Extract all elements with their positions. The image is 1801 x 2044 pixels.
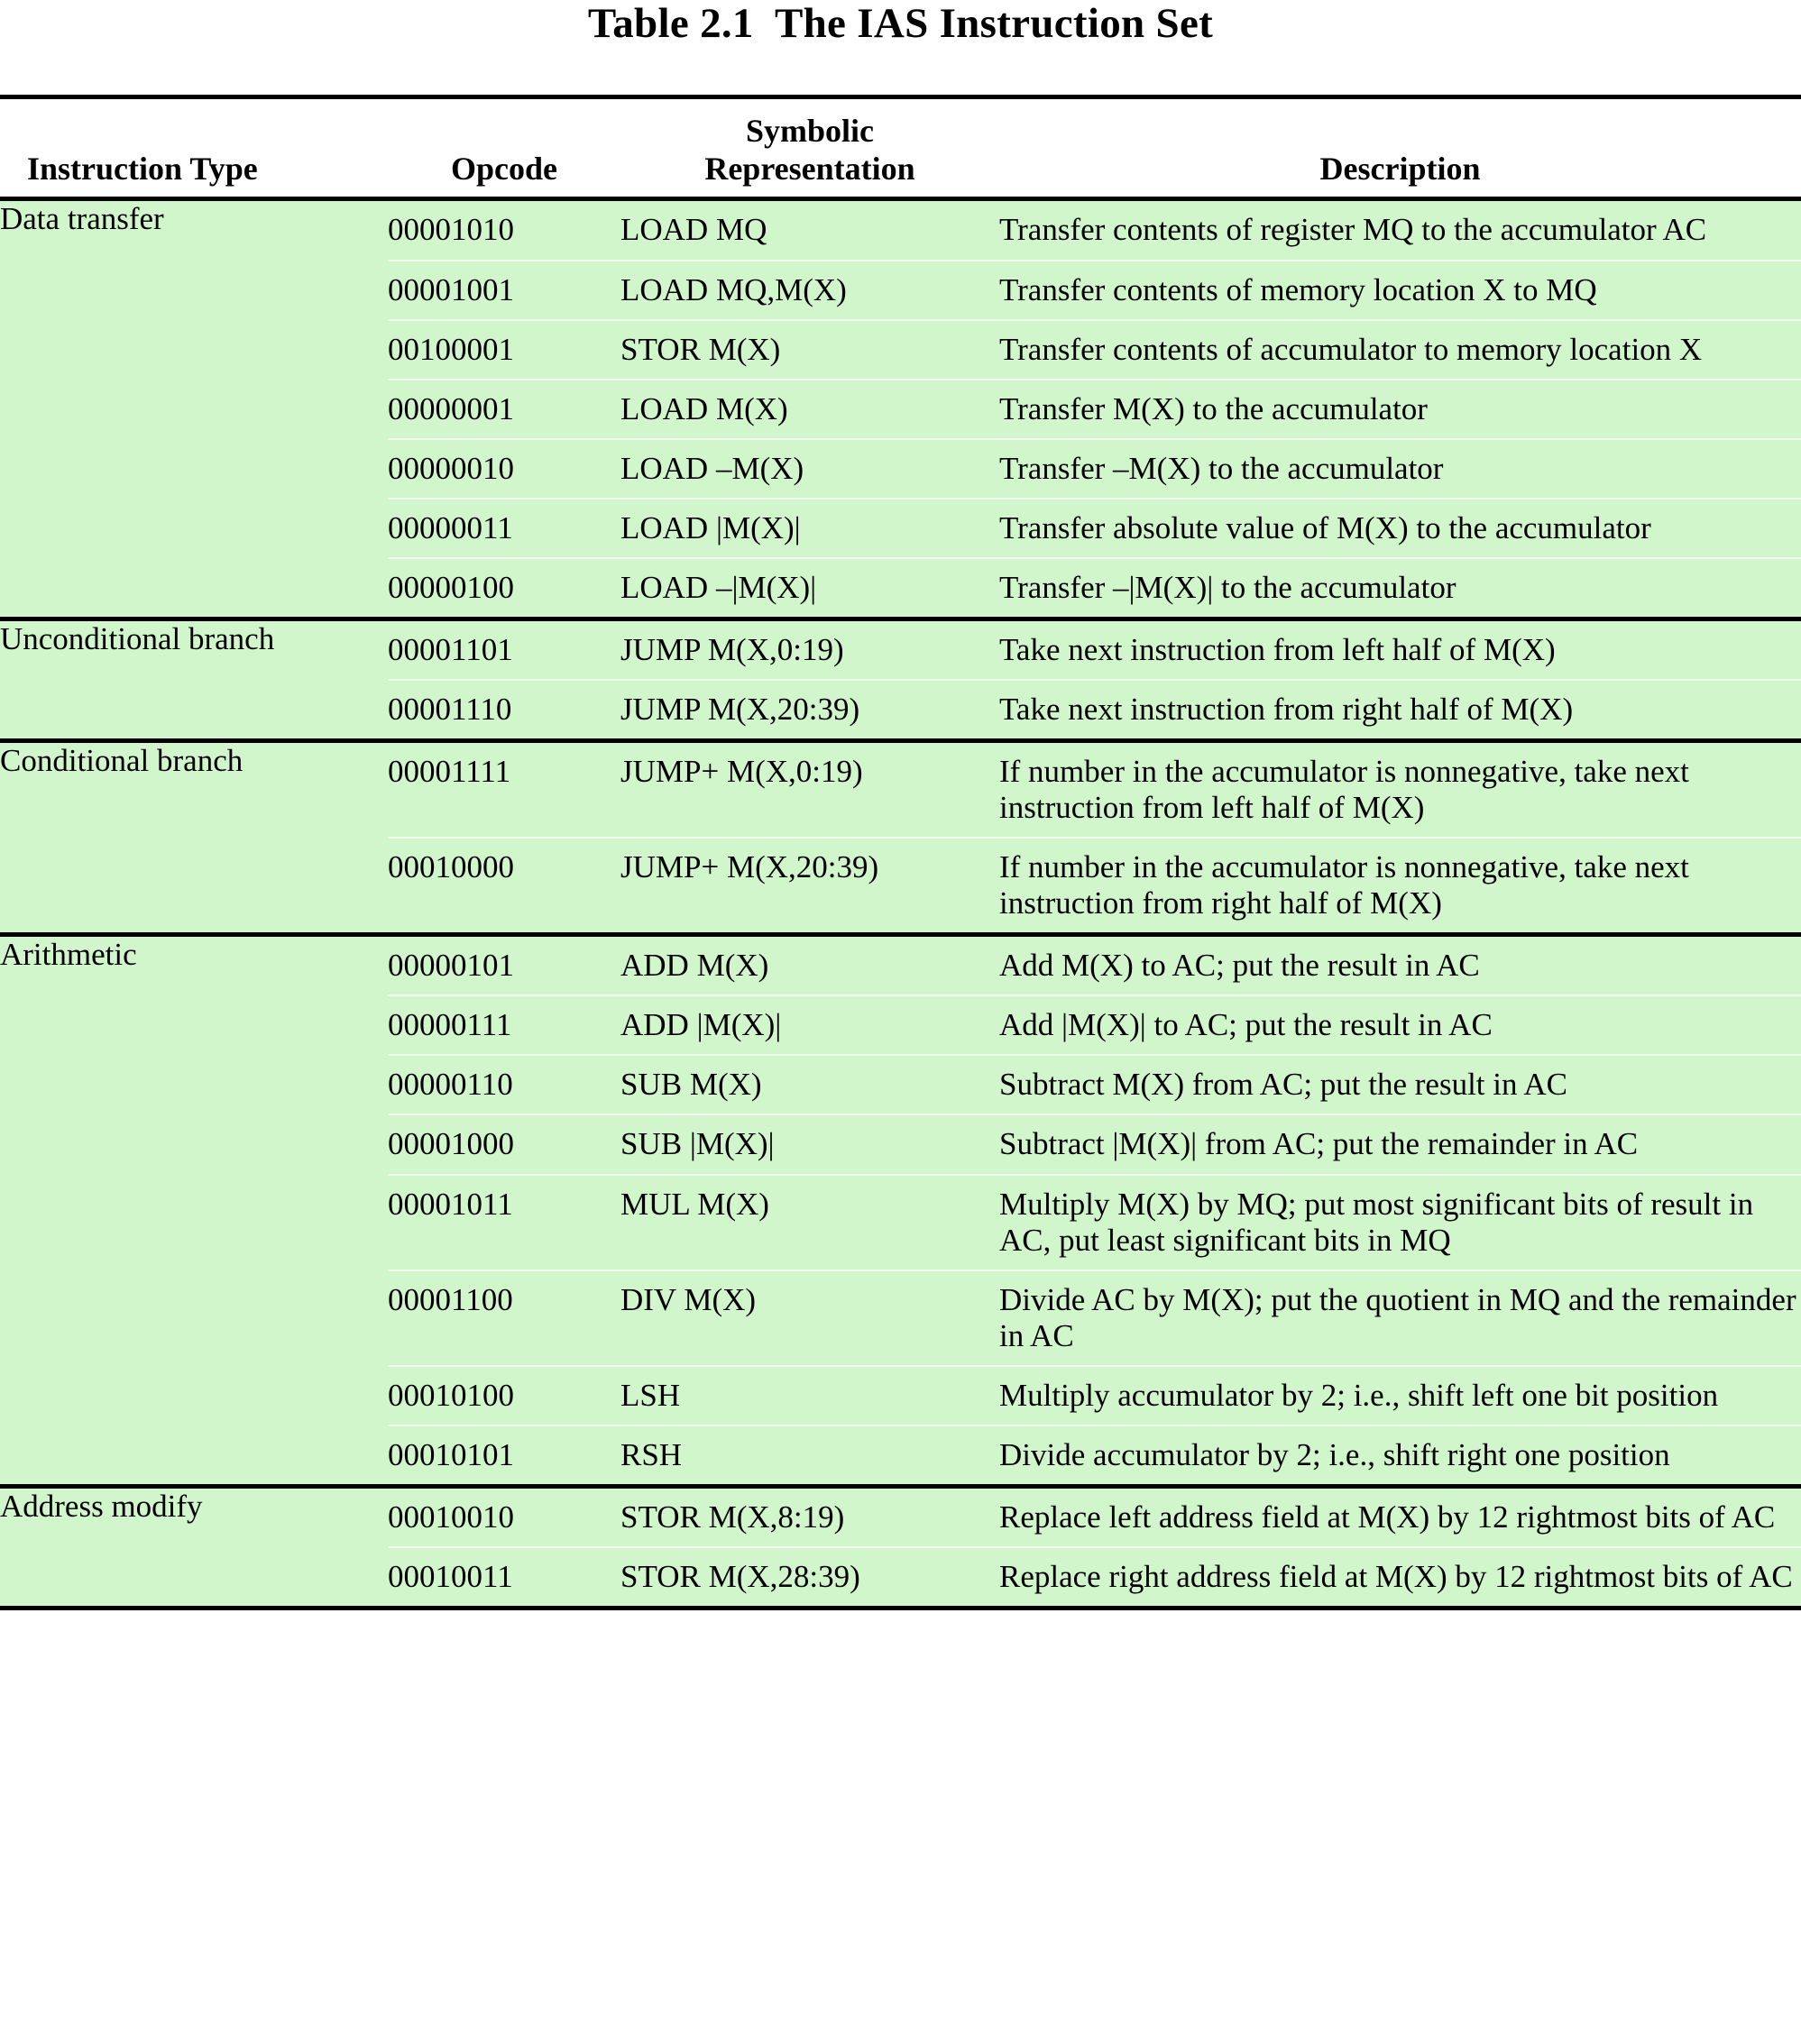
opcode-cell: 00010000: [388, 837, 620, 935]
header-spacer: [27, 99, 388, 150]
description-cell: If number in the accumulator is nonnegat…: [999, 837, 1801, 935]
description-cell: Take next instruction from left half of …: [999, 616, 1801, 680]
table-header: Instruction Type Opcode Symbolic Represe…: [0, 95, 1801, 202]
instruction-type-cell: Data transfer: [0, 197, 388, 619]
column-header-opcode-label: Opcode: [450, 151, 557, 188]
description-cell: Replace right address field at M(X) by 1…: [999, 1545, 1801, 1609]
page-root: Table 2.1 The IAS Instruction Set Instru…: [0, 0, 1801, 2044]
opcode-cell: 00010010: [388, 1483, 620, 1547]
ias-instruction-set-table: Instruction Type Opcode Symbolic Represe…: [0, 95, 1801, 1612]
symbolic-cell: JUMP M(X,20:39): [620, 678, 999, 741]
description-cell: If number in the accumulator is nonnegat…: [999, 738, 1801, 839]
column-header-symbolic-line2: Representation: [704, 151, 915, 188]
symbolic-cell: LOAD MQ,M(X): [620, 259, 999, 320]
description-cell: Add M(X) to AC; put the result in AC: [999, 932, 1801, 996]
symbolic-cell: LOAD M(X): [620, 378, 999, 439]
table-row: Arithmetic 00000101 ADD M(X) Add M(X) to AC…: [0, 932, 1801, 1487]
opcode-cell: 00010011: [388, 1545, 620, 1609]
instruction-group: Arithmetic 00000101 ADD M(X) Add M(X) to AC…: [0, 932, 1801, 1487]
instruction-group: Unconditional branch 00001101 JUMP M(X,0:1…: [0, 616, 1801, 741]
column-header-description: Description: [999, 99, 1801, 202]
opcode-cell: 00000111: [388, 995, 620, 1056]
description-cell: Transfer contents of accumulator to memo…: [999, 318, 1801, 380]
symbolic-cell: JUMP M(X,0:19): [620, 616, 999, 680]
description-cell: Transfer absolute value of M(X) to the a…: [999, 497, 1801, 558]
opcode-cell: 00100001: [388, 318, 620, 380]
description-cell: Subtract M(X) from AC; put the result in…: [999, 1054, 1801, 1115]
column-header-description-label: Description: [1319, 151, 1481, 188]
description-cell: Divide accumulator by 2; i.e., shift rig…: [999, 1424, 1801, 1487]
opcode-cell: 00001101: [388, 616, 620, 680]
column-header-opcode: Opcode: [388, 99, 620, 202]
instruction-type-cell: Conditional branch: [0, 738, 388, 935]
opcode-cell: 00001100: [388, 1269, 620, 1366]
opcode-cell: 00000110: [388, 1054, 620, 1115]
instruction-type-cell: Unconditional branch: [0, 616, 388, 741]
description-cell: Add |M(X)| to AC; put the result in AC: [999, 995, 1801, 1056]
description-cell: Take next instruction from right half of…: [999, 678, 1801, 741]
symbolic-cell: MUL M(X): [620, 1173, 999, 1270]
description-cell: Multiply M(X) by MQ; put most significan…: [999, 1173, 1801, 1270]
description-cell: Transfer contents of register MQ to the …: [999, 197, 1801, 261]
opcode-cell: 00000010: [388, 437, 620, 499]
description-cell: Transfer –M(X) to the accumulator: [999, 437, 1801, 499]
instruction-type-cell: Address modify: [0, 1483, 388, 1609]
column-header-symbolic-representation: Symbolic Representation: [620, 99, 999, 202]
symbolic-cell: STOR M(X,8:19): [620, 1483, 999, 1547]
symbolic-cell: ADD M(X): [620, 932, 999, 996]
opcode-cell: 00010101: [388, 1424, 620, 1487]
description-cell: Multiply accumulator by 2; i.e., shift l…: [999, 1364, 1801, 1425]
symbolic-cell: SUB |M(X)|: [620, 1114, 999, 1175]
table-row: Conditional branch 00001111 JUMP+ M(X,0:19…: [0, 738, 1801, 935]
opcode-cell: 00001000: [388, 1114, 620, 1175]
symbolic-cell: LOAD –M(X): [620, 437, 999, 499]
opcode-cell: 00001010: [388, 197, 620, 261]
column-header-symbolic-line1: Symbolic: [745, 113, 874, 150]
instruction-group: Conditional branch 00001111 JUMP+ M(X,0:19…: [0, 738, 1801, 935]
description-cell: Transfer contents of memory location X t…: [999, 259, 1801, 320]
opcode-cell: 00000011: [388, 497, 620, 558]
description-cell: Subtract |M(X)| from AC; put the remaind…: [999, 1114, 1801, 1175]
symbolic-cell: LOAD –|M(X)|: [620, 556, 999, 619]
column-header-instruction-type: Instruction Type: [0, 99, 388, 202]
description-cell: Transfer M(X) to the accumulator: [999, 378, 1801, 439]
opcode-cell: 00000001: [388, 378, 620, 439]
opcode-cell: 00000100: [388, 556, 620, 619]
symbolic-cell: LSH: [620, 1364, 999, 1425]
opcode-cell: 00000101: [388, 932, 620, 996]
opcode-cell: 00010100: [388, 1364, 620, 1425]
table-bottom-rule: [0, 1606, 1801, 1612]
symbolic-cell: STOR M(X): [620, 318, 999, 380]
table-footer: [0, 1606, 1801, 1612]
table-row: Data transfer 00001010 LOAD MQ Transfer con…: [0, 197, 1801, 619]
header-row: Instruction Type Opcode Symbolic Represe…: [0, 99, 1801, 202]
instruction-group: Address modify 00010010 STOR M(X,8:19) Repl…: [0, 1483, 1801, 1609]
symbolic-cell: STOR M(X,28:39): [620, 1545, 999, 1609]
symbolic-cell: ADD |M(X)|: [620, 995, 999, 1056]
description-cell: Transfer –|M(X)| to the accumulator: [999, 556, 1801, 619]
symbolic-cell: SUB M(X): [620, 1054, 999, 1115]
opcode-cell: 00001011: [388, 1173, 620, 1270]
symbolic-cell: LOAD MQ: [620, 197, 999, 261]
column-header-instruction-type-label: Instruction Type: [27, 151, 258, 188]
symbolic-cell: LOAD |M(X)|: [620, 497, 999, 558]
symbolic-cell: JUMP+ M(X,0:19): [620, 738, 999, 839]
header-spacer: [999, 99, 1801, 150]
symbolic-cell: DIV M(X): [620, 1269, 999, 1366]
symbolic-cell: JUMP+ M(X,20:39): [620, 837, 999, 935]
table-row: Address modify 00010010 STOR M(X,8:19) Repl…: [0, 1483, 1801, 1609]
opcode-cell: 00001110: [388, 678, 620, 741]
instruction-type-cell: Arithmetic: [0, 932, 388, 1487]
instruction-group: Data transfer 00001010 LOAD MQ Transfer con…: [0, 197, 1801, 619]
header-spacer: [388, 99, 620, 150]
opcode-cell: 00001001: [388, 259, 620, 320]
page-title: Table 2.1 The IAS Instruction Set: [587, 0, 1214, 47]
description-cell: Divide AC by M(X); put the quotient in M…: [999, 1269, 1801, 1366]
table-row: Unconditional branch 00001101 JUMP M(X,0:1…: [0, 616, 1801, 741]
description-cell: Replace left address field at M(X) by 12…: [999, 1483, 1801, 1547]
opcode-cell: 00001111: [388, 738, 620, 839]
symbolic-cell: RSH: [620, 1424, 999, 1487]
